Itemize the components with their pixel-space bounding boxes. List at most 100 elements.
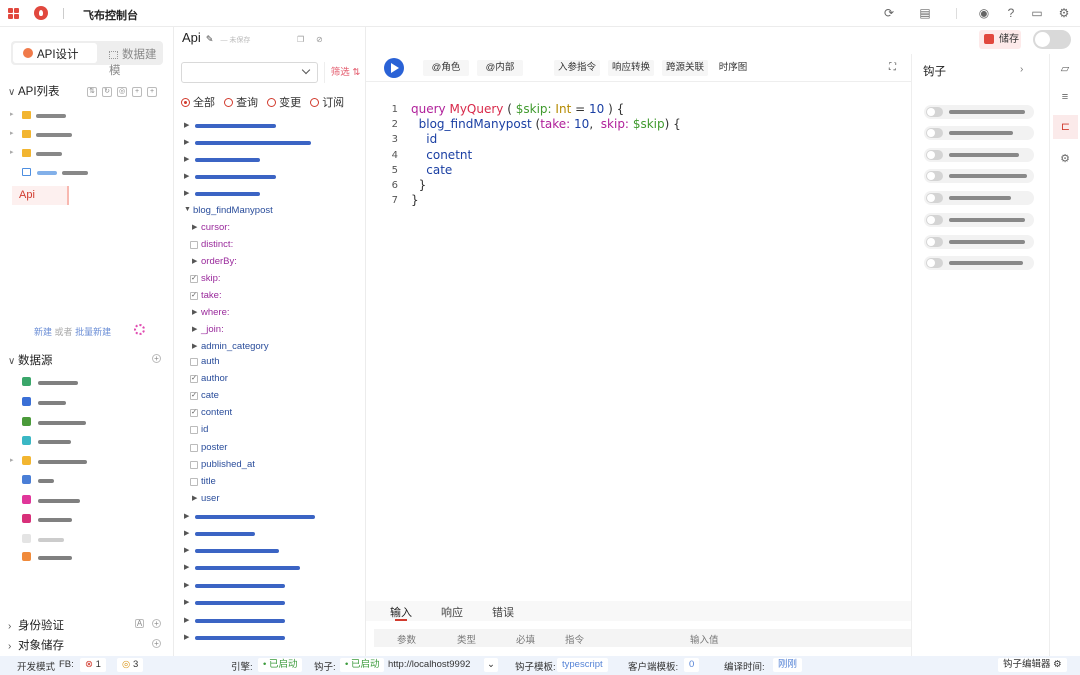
tab-response[interactable]: 响应 [441, 604, 463, 620]
storage-header[interactable]: › 对象储存 [8, 637, 64, 653]
auth-header[interactable]: › 身份验证 [8, 617, 64, 633]
run-button[interactable] [384, 58, 404, 78]
schema-operation[interactable]: ▶ [182, 510, 362, 525]
checkbox[interactable] [190, 461, 198, 469]
tree-file[interactable] [10, 166, 160, 180]
apps-grid-icon[interactable] [8, 8, 19, 19]
datasource-item[interactable] [10, 474, 160, 488]
hook-icon[interactable]: ⊏ [1053, 115, 1078, 139]
hook-item[interactable] [924, 148, 1034, 162]
hook-item[interactable] [924, 126, 1034, 140]
edit-icon[interactable]: ✎ [206, 34, 214, 44]
tree-folder[interactable]: ▸ [10, 109, 160, 123]
operation-select[interactable] [181, 62, 318, 83]
datasource-item[interactable] [10, 396, 160, 410]
schema-operation[interactable]: ▶ [182, 527, 362, 542]
schema-operation[interactable]: ▶ [182, 614, 362, 629]
filter-icon[interactable]: ◎ [117, 87, 127, 97]
schema-arg[interactable]: ▶ orderBy: [182, 255, 362, 270]
schema-operation[interactable]: ▶ [182, 561, 362, 576]
input-directive-button[interactable]: 入参指令 [554, 60, 600, 76]
hook-toggle[interactable] [926, 237, 943, 247]
auth-settings-icon[interactable]: A [135, 619, 144, 628]
schema-field[interactable]: published_at [182, 458, 362, 473]
hook-item[interactable] [924, 256, 1034, 270]
schema-operation[interactable]: ▶ [182, 153, 362, 168]
checkbox-checked[interactable]: ✓ [190, 275, 198, 283]
schema-arg[interactable]: ▶ where: [182, 306, 362, 321]
hook-url[interactable]: http://localhost9992 [388, 659, 470, 670]
schema-operation[interactable]: ▶ [182, 136, 362, 151]
fullscreen-icon[interactable]: ⛶ [889, 63, 899, 73]
response-transform-button[interactable]: 响应转换 [608, 60, 654, 76]
hook-toggle[interactable] [926, 150, 943, 160]
schema-operation[interactable]: ▶ [182, 544, 362, 559]
internal-directive-button[interactable]: @内部 [477, 60, 523, 76]
schema-arg[interactable]: distinct: [182, 238, 362, 253]
hook-toggle[interactable] [926, 171, 943, 181]
hook-toggle[interactable] [926, 193, 943, 203]
schema-operation[interactable]: ▶ [182, 187, 362, 202]
filter-button[interactable]: 筛选 ⇅ [324, 62, 366, 83]
checkbox-checked[interactable]: ✓ [190, 392, 198, 400]
schema-field[interactable]: ▶ user [182, 492, 362, 507]
error-count-badge[interactable]: ⊗ 1 [80, 658, 106, 672]
chevron-right-icon[interactable]: › [1020, 64, 1023, 75]
schema-operation[interactable]: ▶ [182, 170, 362, 185]
checkbox-checked[interactable]: ✓ [190, 292, 198, 300]
add-storage-icon[interactable]: + [152, 639, 161, 648]
warning-count-badge[interactable]: ◎ 3 [117, 658, 144, 672]
checkbox-checked[interactable]: ✓ [190, 409, 198, 417]
tab-data-modeling[interactable]: 数据建模 [109, 46, 163, 78]
hook-item[interactable] [924, 169, 1034, 183]
hook-toggle[interactable] [926, 107, 943, 117]
tree-folder[interactable]: ▸ [10, 128, 160, 142]
radio-subscription[interactable]: 订阅 [310, 97, 344, 109]
hook-item[interactable] [924, 191, 1034, 205]
refresh-icon[interactable]: ↻ [102, 87, 112, 97]
schema-field[interactable]: ✓ cate [182, 389, 362, 404]
help-icon[interactable]: ? [1004, 6, 1018, 20]
template-value[interactable]: typescript [557, 658, 608, 672]
schema-field[interactable]: ✓ content [182, 406, 362, 421]
schema-arg[interactable]: ▶ _join: [182, 323, 362, 338]
checkbox[interactable] [190, 426, 198, 434]
api-list-header[interactable]: ∨ API列表 [8, 83, 60, 99]
datasource-item[interactable] [10, 513, 160, 527]
add-folder-icon[interactable]: + [147, 87, 157, 97]
settings-icon[interactable] [134, 324, 145, 335]
checkbox[interactable] [190, 444, 198, 452]
chart-icon[interactable]: ▱ [1058, 62, 1072, 76]
github-icon[interactable]: ◉ [977, 6, 991, 20]
hook-item[interactable] [924, 105, 1034, 119]
checkbox[interactable] [190, 478, 198, 486]
schema-field[interactable]: id [182, 423, 362, 438]
schema-field[interactable]: poster [182, 441, 362, 456]
radio-mutation[interactable]: 变更 [267, 97, 301, 109]
hook-item[interactable] [924, 235, 1034, 249]
settings-icon[interactable]: ⚙ [1058, 152, 1072, 166]
datasource-item[interactable] [10, 376, 160, 390]
hook-toggle[interactable] [926, 128, 943, 138]
datasource-header[interactable]: ∨ 数据源 [8, 352, 53, 368]
batch-new-link[interactable]: 批量新建 [75, 327, 111, 337]
checkbox-checked[interactable]: ✓ [190, 375, 198, 383]
link-icon[interactable]: ⊘ [316, 35, 323, 44]
message-icon[interactable]: ▭ [1030, 6, 1044, 20]
schema-operation[interactable]: ▶ [182, 596, 362, 611]
datasource-item[interactable] [10, 551, 160, 565]
datasource-item[interactable] [10, 416, 160, 430]
flow-icon[interactable]: ≡ [1058, 90, 1072, 104]
sort-icon[interactable]: ⇅ [87, 87, 97, 97]
hook-toggle[interactable] [926, 215, 943, 225]
schema-operation[interactable]: ▶ [182, 579, 362, 594]
schema-field[interactable]: ✓ author [182, 372, 362, 387]
settings-icon[interactable]: ⚙ [1057, 6, 1071, 20]
datasource-item[interactable] [10, 435, 160, 449]
add-auth-icon[interactable]: + [152, 619, 161, 628]
schema-operation-expanded[interactable]: ▼ blog_findManypost [182, 204, 362, 219]
add-icon[interactable]: + [132, 87, 142, 97]
schema-arg[interactable]: ✓ take: [182, 289, 362, 304]
datasource-folder[interactable]: ▸ [10, 455, 160, 469]
checkbox[interactable] [190, 358, 198, 366]
